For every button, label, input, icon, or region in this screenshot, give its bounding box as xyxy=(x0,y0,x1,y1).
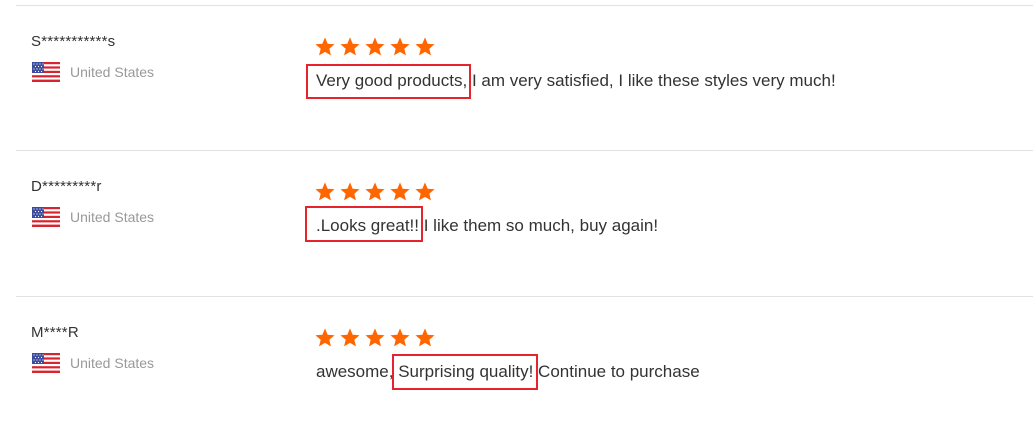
star-icon xyxy=(415,37,435,56)
star-icon xyxy=(340,37,360,56)
us-flag-icon xyxy=(32,207,60,227)
review-text-before: awesome, xyxy=(316,362,399,381)
star-icon xyxy=(365,182,385,201)
country-name: United States xyxy=(70,64,155,80)
reviewer-name: S***********s xyxy=(31,33,116,50)
review-text-after: I am very satisfied, I like these styles… xyxy=(467,71,836,90)
reviewer-name: M****R xyxy=(31,324,79,341)
star-rating xyxy=(314,36,439,58)
star-icon xyxy=(315,182,335,201)
highlighted-phrase: Very good products, xyxy=(306,64,472,99)
reviewer-name: D*********r xyxy=(31,178,102,195)
us-flag-icon xyxy=(32,353,60,373)
highlighted-text: Surprising quality! xyxy=(398,362,534,381)
star-icon xyxy=(365,37,385,56)
star-rating xyxy=(314,181,439,203)
reviewer-country: United States xyxy=(32,61,154,83)
highlighted-text: .Looks great!! xyxy=(316,216,420,235)
review-text: Very good products, I am very satisfied,… xyxy=(306,64,836,99)
star-rating xyxy=(314,327,439,349)
country-name: United States xyxy=(70,355,155,371)
star-icon xyxy=(315,328,335,347)
review-text: awesome, Surprising quality! Continue to… xyxy=(316,354,700,390)
star-icon xyxy=(390,182,410,201)
star-icon xyxy=(415,182,435,201)
star-icon xyxy=(415,328,435,347)
highlighted-phrase: Surprising quality! xyxy=(392,354,539,390)
star-icon xyxy=(340,182,360,201)
review-item: D*********r United States .Looks great!!… xyxy=(0,150,1033,295)
star-icon xyxy=(365,328,385,347)
star-icon xyxy=(340,328,360,347)
highlighted-phrase: .Looks great!! xyxy=(305,206,424,242)
review-text-after: I like them so much, buy again! xyxy=(419,216,659,235)
country-name: United States xyxy=(70,209,155,225)
reviewer-country: United States xyxy=(32,206,154,228)
star-icon xyxy=(390,37,410,56)
star-icon xyxy=(315,37,335,56)
reviews-list: S***********s United States Very good pr… xyxy=(0,0,1033,434)
review-text-after: Continue to purchase xyxy=(533,362,700,381)
highlighted-text: Very good products, xyxy=(316,71,468,90)
review-text: .Looks great!! I like them so much, buy … xyxy=(305,206,659,242)
star-icon xyxy=(390,328,410,347)
review-item: S***********s United States Very good pr… xyxy=(0,5,1033,150)
reviewer-country: United States xyxy=(32,352,154,374)
us-flag-icon xyxy=(32,62,60,82)
review-item: M****R United States awesome, Surprising… xyxy=(0,296,1033,441)
